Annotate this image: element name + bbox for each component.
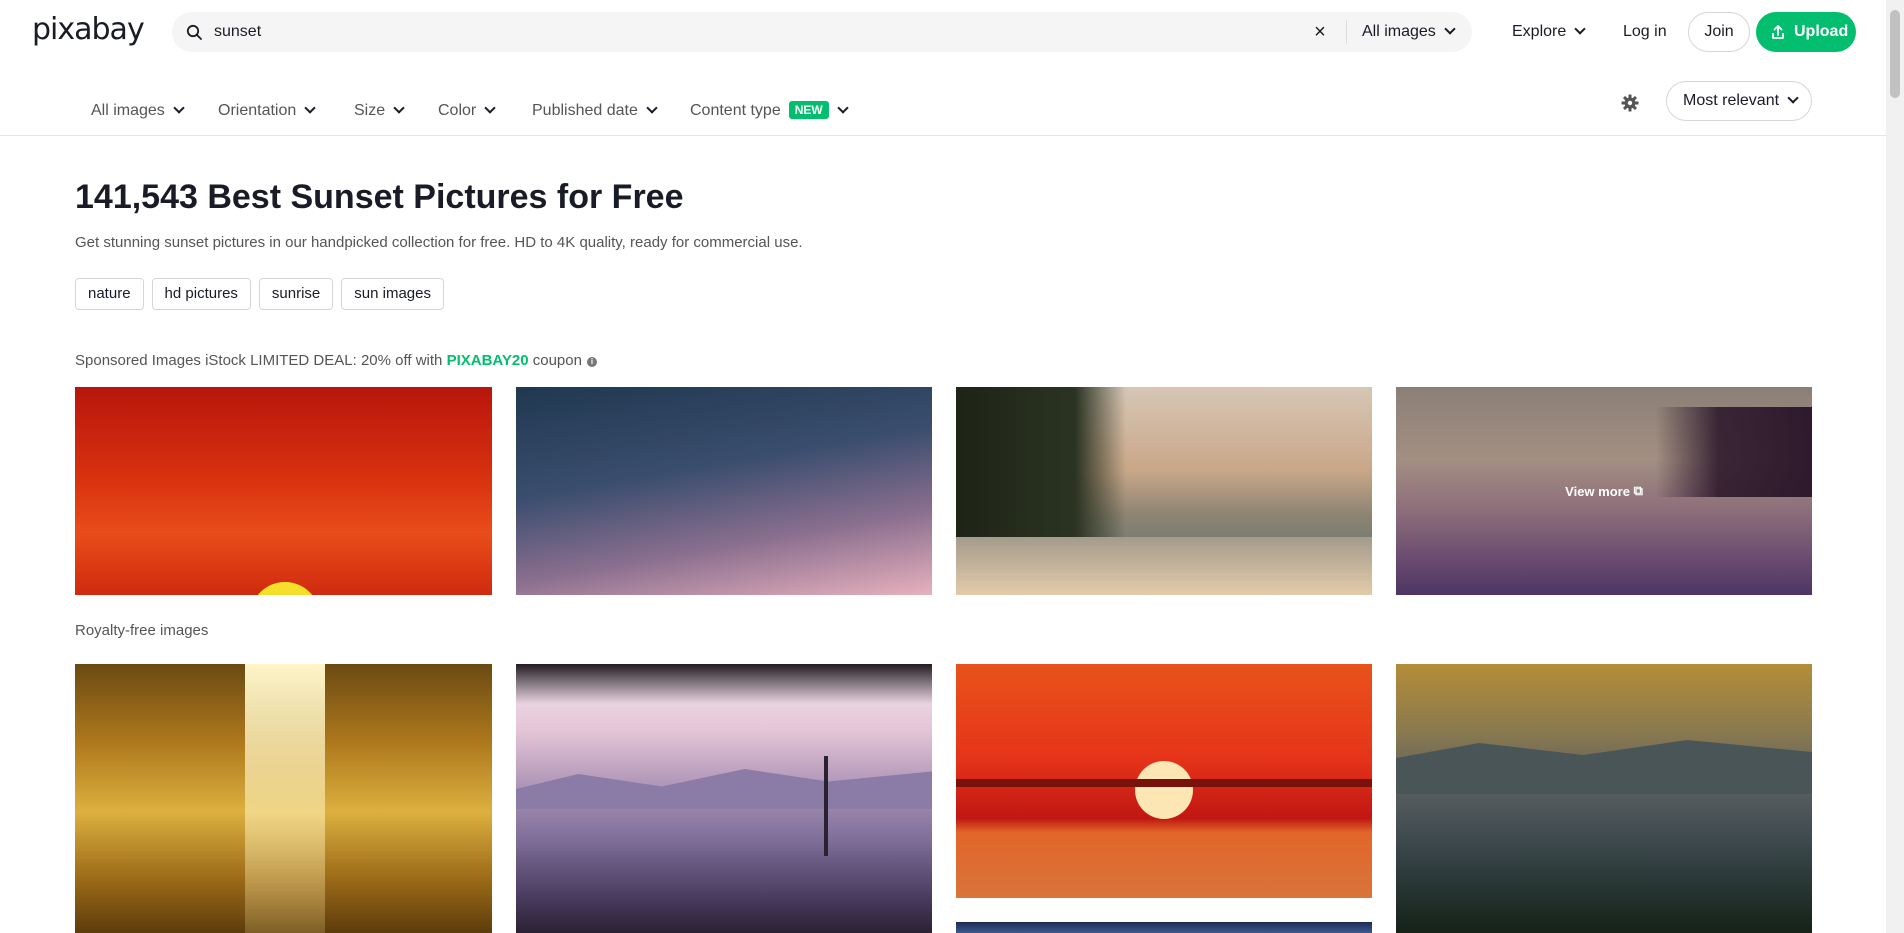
filter-bar: All images Orientation Size Color Publis…: [0, 80, 1886, 136]
result-image[interactable]: [1396, 664, 1812, 933]
sort-label: Most relevant: [1683, 92, 1780, 109]
filter-content-type[interactable]: Content type NEW: [690, 91, 849, 131]
info-icon[interactable]: i: [586, 357, 597, 367]
cloud-band: [956, 779, 1372, 787]
sun-shape: [1135, 761, 1193, 819]
beach-shape: [956, 537, 1372, 595]
sort-dropdown[interactable]: Most relevant: [1666, 81, 1812, 121]
filter-label: All images: [91, 102, 165, 119]
tag-sun-images[interactable]: sun images: [341, 278, 444, 310]
result-image[interactable]: [75, 664, 492, 933]
page-title: 141,543 Best Sunset Pictures for Free: [75, 178, 684, 216]
chevron-down-icon: [484, 102, 496, 114]
search-scope-label: All images: [1362, 23, 1436, 40]
chevron-down-icon: [1787, 92, 1799, 104]
result-image[interactable]: [516, 664, 932, 933]
chevron-down-icon: [1444, 23, 1456, 35]
top-header: pixabay × All images Explore Log in Join…: [0, 0, 1886, 64]
sponsored-image[interactable]: [516, 387, 932, 595]
chevron-down-icon: [393, 102, 405, 114]
sponsored-image[interactable]: [956, 387, 1372, 595]
gear-icon[interactable]: [1620, 93, 1640, 113]
view-more-label: View more: [1565, 483, 1630, 499]
sponsored-image-view-more[interactable]: View more ⧉: [1396, 387, 1812, 595]
mountain-shape: [516, 769, 932, 809]
search-icon: [186, 24, 202, 40]
tag-hd-pictures[interactable]: hd pictures: [151, 278, 251, 310]
login-link[interactable]: Log in: [1623, 12, 1667, 52]
related-tags: nature hd pictures sunrise sun images: [75, 278, 444, 310]
filter-label: Size: [354, 102, 386, 119]
tag-nature[interactable]: nature: [75, 278, 144, 310]
search-divider: [1346, 20, 1347, 44]
result-image[interactable]: [956, 922, 1372, 933]
royalty-free-label: Royalty-free images: [75, 622, 209, 639]
sponsored-image[interactable]: [75, 387, 492, 595]
filter-label: Color: [438, 102, 477, 119]
upload-button[interactable]: Upload: [1756, 12, 1856, 52]
filter-all-images[interactable]: All images: [91, 91, 185, 131]
chevron-down-icon: [1574, 23, 1586, 35]
filter-color[interactable]: Color: [438, 91, 496, 131]
page-subtitle: Get stunning sunset pictures in our hand…: [75, 234, 803, 251]
sponsored-suffix: coupon: [528, 352, 582, 369]
filter-label: Content type: [690, 102, 781, 119]
filter-size[interactable]: Size: [354, 91, 405, 131]
page-scrollbar[interactable]: [1886, 0, 1904, 933]
pixabay-logo[interactable]: pixabay: [32, 12, 145, 47]
sun-shape: [250, 582, 320, 595]
new-badge: NEW: [788, 101, 829, 119]
scrollbar-thumb[interactable]: [1890, 10, 1900, 98]
search-bar: × All images: [172, 12, 1472, 52]
search-input[interactable]: [212, 12, 1272, 52]
filter-published-date[interactable]: Published date: [532, 91, 658, 131]
upload-icon: [1772, 25, 1784, 39]
chevron-down-icon: [646, 102, 658, 114]
view-more-link[interactable]: View more ⧉: [1396, 387, 1812, 595]
sponsored-label: Sponsored Images iStock LIMITED DEAL: 20…: [75, 352, 597, 369]
hills-shape: [1396, 740, 1812, 794]
chevron-down-icon: [837, 102, 849, 114]
sun-reflection: [245, 664, 325, 933]
explore-menu[interactable]: Explore: [1512, 12, 1586, 52]
filter-label: Orientation: [218, 102, 297, 119]
explore-label: Explore: [1512, 23, 1567, 40]
branch-silhouette: [516, 664, 932, 704]
upload-label: Upload: [1794, 23, 1849, 40]
result-image[interactable]: [956, 664, 1372, 898]
join-button[interactable]: Join: [1688, 12, 1750, 52]
filter-label: Published date: [532, 102, 638, 119]
coupon-code: PIXABAY20: [446, 352, 529, 369]
chevron-down-icon: [173, 102, 185, 114]
sponsored-text: Sponsored Images iStock LIMITED DEAL: 20…: [75, 352, 447, 369]
chevron-down-icon: [304, 102, 316, 114]
external-link-icon: ⧉: [1633, 483, 1643, 498]
tag-sunrise[interactable]: sunrise: [258, 278, 334, 310]
filter-orientation[interactable]: Orientation: [218, 91, 316, 131]
search-scope-dropdown[interactable]: All images: [1362, 12, 1456, 52]
clear-search-icon[interactable]: ×: [1310, 22, 1330, 42]
antenna-tower: [824, 756, 828, 856]
